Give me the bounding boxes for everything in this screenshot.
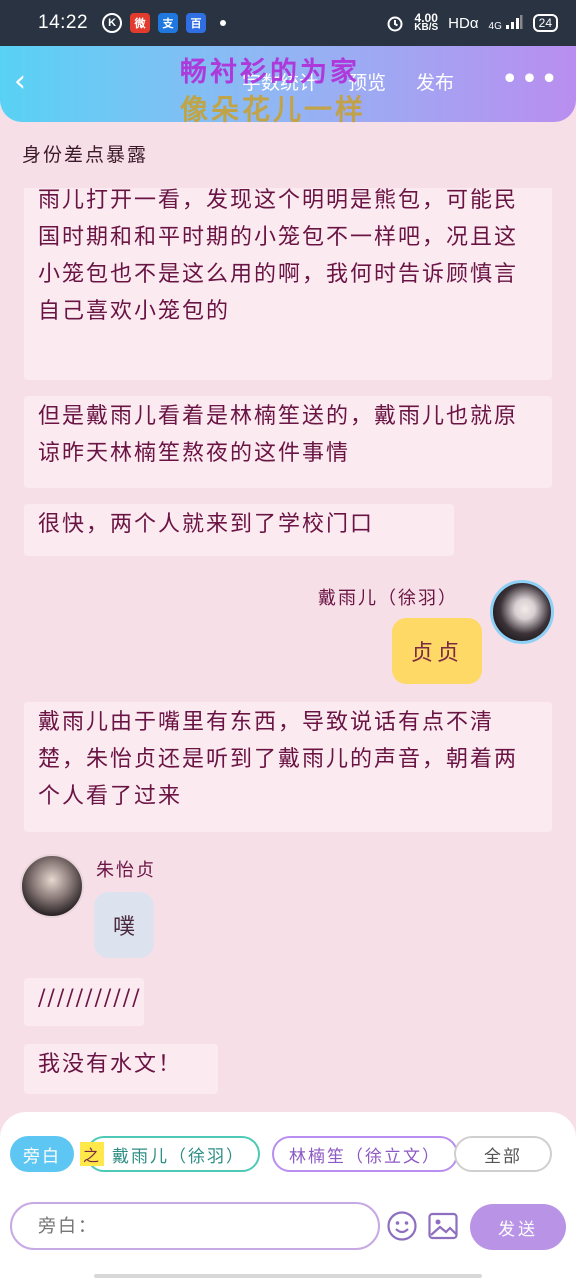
send-button[interactable]: 发送 (470, 1204, 566, 1250)
emoji-icon[interactable] (386, 1210, 418, 1242)
status-indicators: 4.00 KB/S HDα 4G 24 (386, 11, 558, 33)
notification-dot-icon (220, 20, 227, 26)
avatar[interactable] (490, 580, 554, 644)
weibo-icon: 微 (130, 13, 151, 33)
signal-icon: 4G (489, 14, 523, 32)
status-app-icons: K 微 支 百 (102, 13, 227, 33)
narration-message[interactable]: 我没有水文！ (24, 1044, 218, 1094)
network-speed: 4.00 KB/S (414, 11, 439, 33)
composer-panel: 旁白 之 戴雨儿（徐羽） 林楠笙（徐立文） 全部 (0, 1112, 576, 1280)
gesture-bar (94, 1274, 482, 1278)
narration-message[interactable]: 但是戴雨儿看着是林楠笙送的，戴雨儿也就原谅昨天林楠笙熬夜的这件事情 (24, 396, 552, 488)
chip-prefix-mark: 之 (80, 1142, 105, 1166)
narration-message[interactable]: 戴雨儿由于嘴里有东西，导致说话有点不清楚，朱怡贞还是听到了戴雨儿的声音，朝着两个… (24, 702, 552, 832)
hd-indicator: HDα (448, 14, 479, 32)
header-overlay-subtitle: 像朵花儿一样 (180, 93, 367, 126)
status-time: 14:22 (38, 12, 89, 33)
narration-message[interactable]: /////////// (24, 978, 144, 1026)
alipay-icon: 支 (158, 13, 179, 33)
back-icon[interactable]: ‹ (14, 67, 44, 98)
speaker-name-daiyu: 戴雨儿（徐羽） (318, 588, 458, 609)
header-overlay-title: 畅衬衫的为家 (180, 57, 360, 88)
chip-label: 戴雨儿（徐羽） (112, 1146, 246, 1167)
publish-link[interactable]: 发布 (416, 68, 454, 95)
role-chip-all[interactable]: 全部 (454, 1136, 552, 1172)
role-chip-daiyu[interactable]: 之 戴雨儿（徐羽） (80, 1136, 260, 1172)
alarm-icon (387, 16, 403, 32)
narration-message[interactable]: 很快，两个人就来到了学校门口 (24, 504, 454, 556)
image-icon[interactable] (428, 1212, 458, 1240)
baidu-icon: 百 (186, 13, 207, 33)
chapter-title: 身份差点暴露 (22, 144, 149, 166)
chat-content[interactable]: 雨儿打开一看，发现这个明明是熊包，可能民国时期和和平时期的小笼包不一样吧，况且这… (0, 188, 576, 1108)
narration-message[interactable]: 雨儿打开一看，发现这个明明是熊包，可能民国时期和和平时期的小笼包不一样吧，况且这… (24, 188, 552, 380)
more-options-icon[interactable]: ••• (501, 65, 560, 95)
avatar[interactable] (20, 854, 84, 918)
top-header: ‹ 字数统计 预览 发布 畅衬衫的为家 像朵花儿一样 ••• (0, 46, 576, 126)
battery-icon: 24 (532, 14, 558, 32)
chat-bubble-zhuyizhen[interactable]: 噗 (94, 892, 154, 958)
role-chip-narration[interactable]: 旁白 (10, 1136, 74, 1172)
chat-bubble-daiyu[interactable]: 贞贞 (392, 618, 482, 684)
message-input[interactable] (10, 1202, 380, 1250)
k-icon: K (102, 13, 123, 33)
status-bar: 14:22 K 微 支 百 4.00 KB/S HDα 4G 24 (0, 0, 576, 46)
speaker-name-zhuyizhen: 朱怡贞 (96, 860, 156, 881)
role-chip-linnansheng[interactable]: 林楠笙（徐立文） (272, 1136, 458, 1172)
